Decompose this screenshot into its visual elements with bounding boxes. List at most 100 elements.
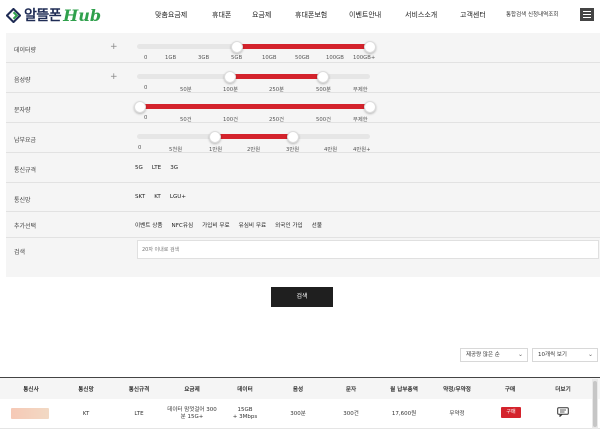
tick-label: 0 xyxy=(144,55,148,61)
col-spec: 통신규격 xyxy=(128,387,150,393)
page-size-select[interactable]: 10개씩 보기 ⌄ xyxy=(532,348,598,362)
tick-label: 250건 xyxy=(269,117,284,123)
logo-hub-text: Hub xyxy=(63,5,102,25)
fee-max-handle[interactable] xyxy=(287,131,299,143)
logo-text: 알뜰폰 xyxy=(24,8,62,24)
col-contract: 약정/무약정 xyxy=(443,387,471,393)
cell-data-line1: 15GB xyxy=(237,407,253,413)
col-carrier: 통신사 xyxy=(23,387,39,393)
filter-label-network: 통신규격 xyxy=(14,167,37,174)
chat-bubble-icon[interactable] xyxy=(557,407,569,417)
nav-phone-insurance[interactable]: 휴대폰보험 xyxy=(295,10,327,20)
tick-label: 0 xyxy=(144,115,148,121)
option-3g[interactable]: 3G xyxy=(170,165,178,171)
option-event[interactable]: 이벤트 상품 xyxy=(135,221,163,229)
filter-label-search: 검색 xyxy=(14,249,26,256)
col-voice: 음성 xyxy=(292,387,304,393)
voice-range-slider[interactable] xyxy=(137,67,370,87)
col-more: 더보기 xyxy=(555,387,571,393)
voice-ticks: 0 50분 100분 250분 500분 무제한 xyxy=(137,85,377,93)
tick-label: 3GB xyxy=(198,55,210,61)
tick-label: 무제한 xyxy=(353,117,368,123)
extras-options: 이벤트 상품 NFC유심 가입비 무료 유심비 무료 외국인 가입 선불 xyxy=(135,221,331,229)
filter-row-fee: 납부요금 0 5천원 1만원 2만원 3만원 4만원 4만원+ xyxy=(6,123,600,153)
filter-row-network: 통신규격 5G LTE 3G xyxy=(6,153,600,183)
brand-logo[interactable]: 알뜰폰 Hub xyxy=(6,5,101,25)
col-buy: 구매 xyxy=(504,387,516,393)
sms-range-slider[interactable] xyxy=(134,97,376,117)
search-button[interactable]: 검색 xyxy=(271,287,333,307)
filter-row-voice: 음성량 + 0 50분 100분 250분 500분 무제한 xyxy=(6,63,600,93)
tick-label: 0 xyxy=(144,85,148,91)
option-kt[interactable]: KT xyxy=(154,194,161,200)
data-max-handle[interactable] xyxy=(364,41,376,53)
header-util-links[interactable]: 통합검색 신청내역조회 xyxy=(506,10,558,18)
col-sms: 문자 xyxy=(345,387,357,393)
tick-label: 500분 xyxy=(316,87,331,93)
tick-label: 100분 xyxy=(223,87,238,93)
fee-min-handle[interactable] xyxy=(209,131,221,143)
cell-plan-line2[interactable]: 분 15G+ xyxy=(181,414,204,420)
filter-row-data: 데이터량 + 0 1GB 3GB 5GB 10GB 50GB 100GB 100… xyxy=(6,33,600,63)
cell-contract: 무약정 xyxy=(449,411,465,417)
data-min-handle[interactable] xyxy=(231,41,243,53)
nav-events[interactable]: 이벤트안내 xyxy=(349,10,381,20)
keyword-search-input[interactable] xyxy=(137,240,599,259)
tick-label: 100GB+ xyxy=(353,55,376,61)
logo-mark-icon xyxy=(6,7,21,23)
cell-plan-line1[interactable]: 데이터 맘껏걸어 300 xyxy=(167,407,216,413)
results-table-header: 통신사 통신망 통신규격 요금제 데이터 음성 문자 월 납부총액 약정/무약정… xyxy=(0,377,600,399)
table-scrollbar[interactable] xyxy=(592,379,598,429)
tick-label: 무제한 xyxy=(353,87,368,93)
option-foreigner[interactable]: 외국인 가입 xyxy=(275,221,303,229)
tick-label: 4만원 xyxy=(324,147,338,153)
filter-label-sms: 문자량 xyxy=(14,107,31,114)
col-data: 데이터 xyxy=(237,387,253,393)
tick-label: 100GB xyxy=(326,55,344,61)
voice-min-handle[interactable] xyxy=(224,71,236,83)
cell-network: KT xyxy=(82,411,90,417)
data-ticks: 0 1GB 3GB 5GB 10GB 50GB 100GB 100GB+ xyxy=(137,55,377,63)
nav-phones[interactable]: 휴대폰 xyxy=(212,10,231,20)
sort-order-value: 제공량 많은 순 xyxy=(466,352,500,358)
option-free-usim[interactable]: 유심비 무료 xyxy=(239,221,267,229)
tick-label: 100건 xyxy=(223,117,238,123)
option-5g[interactable]: 5G xyxy=(135,165,143,171)
option-free-join[interactable]: 가입비 무료 xyxy=(202,221,230,229)
chevron-down-icon: ⌄ xyxy=(517,351,523,358)
tick-label: 5GB xyxy=(231,55,243,61)
hamburger-menu-icon[interactable] xyxy=(580,8,594,21)
tick-label: 4만원+ xyxy=(353,147,371,153)
sms-max-handle[interactable] xyxy=(364,101,376,113)
option-prepaid[interactable]: 선불 xyxy=(312,221,322,229)
tick-label: 50GB xyxy=(295,55,310,61)
tick-label: 1GB xyxy=(165,55,177,61)
cell-sms: 300건 xyxy=(343,411,359,417)
sms-min-handle[interactable] xyxy=(134,101,146,113)
buy-button[interactable]: 구매 xyxy=(501,407,521,418)
tick-label: 50분 xyxy=(180,87,192,93)
filter-label-fee: 납부요금 xyxy=(14,137,37,144)
sort-order-select[interactable]: 제공량 많은 순 ⌄ xyxy=(460,348,528,362)
fee-range-slider[interactable] xyxy=(137,127,370,147)
option-lte[interactable]: LTE xyxy=(152,165,161,171)
tick-label: 1만원 xyxy=(209,147,223,153)
tick-label: 250분 xyxy=(269,87,284,93)
option-nfc[interactable]: NFC유심 xyxy=(172,221,194,229)
option-lgu[interactable]: LGU+ xyxy=(170,194,186,200)
nav-service-intro[interactable]: 서비스소개 xyxy=(405,10,437,20)
expand-plus-icon[interactable]: + xyxy=(110,73,118,82)
filter-row-extras: 추가선택 이벤트 상품 NFC유심 가입비 무료 유심비 무료 외국인 가입 선… xyxy=(6,212,600,238)
filter-label-data: 데이터량 xyxy=(14,47,37,54)
tick-label: 0 xyxy=(138,145,142,151)
voice-max-handle[interactable] xyxy=(317,71,329,83)
data-range-slider[interactable] xyxy=(137,37,376,57)
tick-label: 50건 xyxy=(180,117,192,123)
nav-custom-plan[interactable]: 맞춤요금제 xyxy=(155,10,187,20)
col-monthly: 월 납부총액 xyxy=(390,387,418,393)
carrier-options: SKT KT LGU+ xyxy=(135,194,195,200)
option-skt[interactable]: SKT xyxy=(135,194,145,200)
expand-plus-icon[interactable]: + xyxy=(110,43,118,52)
nav-customer-center[interactable]: 고객센터 xyxy=(460,10,486,20)
nav-plans[interactable]: 요금제 xyxy=(252,10,271,20)
